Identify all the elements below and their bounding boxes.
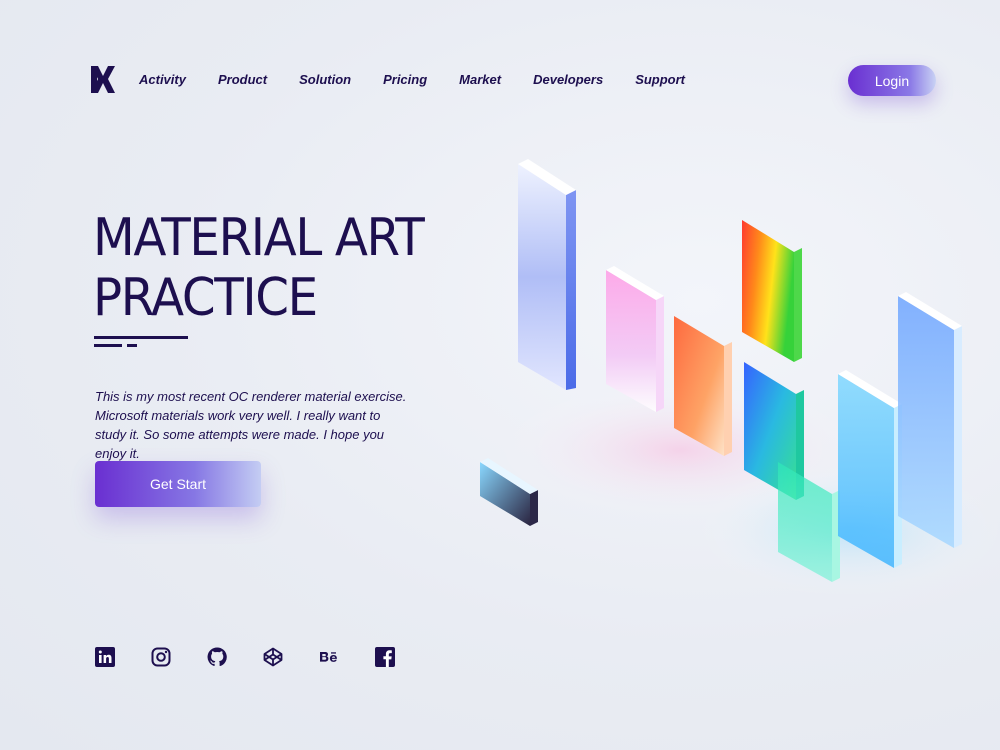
nav-item-solution[interactable]: Solution xyxy=(299,72,351,87)
glass-panel-sky xyxy=(898,292,962,548)
title-underline-dot xyxy=(127,344,137,347)
hero-description: This is my most recent OC renderer mater… xyxy=(95,389,407,461)
social-links xyxy=(94,646,430,668)
codepen-icon[interactable] xyxy=(262,646,284,668)
glass-panel-rainbow xyxy=(742,220,802,362)
nav-item-developers[interactable]: Developers xyxy=(533,72,603,87)
github-icon[interactable] xyxy=(206,646,228,668)
linkedin-icon[interactable] xyxy=(94,646,116,668)
glass-panel-blue xyxy=(518,159,576,390)
hero-title-line-1: MATERIAL ART xyxy=(93,208,425,268)
behance-icon[interactable] xyxy=(318,646,340,668)
nav-item-product[interactable]: Product xyxy=(218,72,267,87)
login-button[interactable]: Login xyxy=(848,65,936,96)
get-start-button[interactable]: Get Start xyxy=(95,461,261,507)
main-nav: Activity Product Solution Pricing Market… xyxy=(139,72,717,87)
title-underline xyxy=(94,336,188,339)
facebook-icon[interactable] xyxy=(374,646,396,668)
glass-panels-illustration xyxy=(480,159,1000,600)
hero-title-line-2: PRACTICE xyxy=(93,268,318,328)
hero-title: MATERIAL ART PRACTICE xyxy=(93,208,484,328)
nav-item-pricing[interactable]: Pricing xyxy=(383,72,427,87)
instagram-icon[interactable] xyxy=(150,646,172,668)
title-underline-accent xyxy=(94,344,122,347)
brand-logo-icon[interactable] xyxy=(91,66,115,93)
glass-panel-cyan xyxy=(838,370,902,568)
nav-item-market[interactable]: Market xyxy=(459,72,501,87)
nav-item-support[interactable]: Support xyxy=(635,72,685,87)
nav-item-activity[interactable]: Activity xyxy=(139,72,186,87)
